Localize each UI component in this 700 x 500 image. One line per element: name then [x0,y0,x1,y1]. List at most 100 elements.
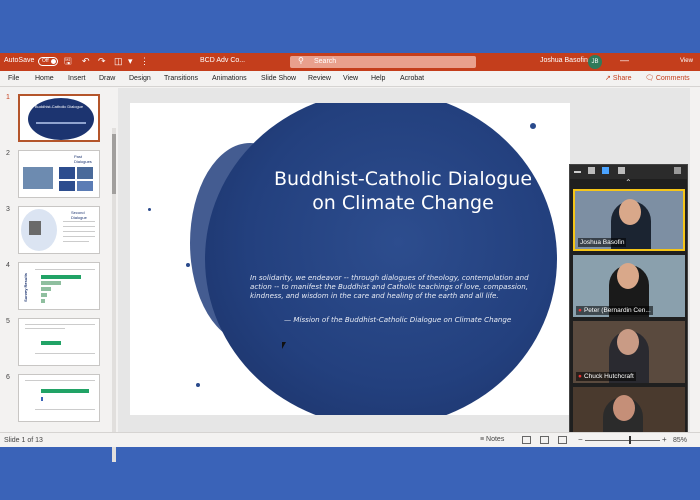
mouse-cursor-icon [282,342,286,349]
thumbnail-slide-3[interactable]: Second Dialogue [18,206,100,254]
zoom-in-icon[interactable]: + [662,435,667,444]
muted-mic-icon: ● [578,307,582,314]
slide-sorter-icon[interactable] [540,436,549,444]
tab-transitions[interactable]: Transitions [164,75,198,82]
slide-title-line1: Buddhist-Catholic Dialogue [273,168,533,190]
comments-button[interactable]: 🗨 Comments [645,74,690,82]
slide-title[interactable]: Buddhist-Catholic Dialogue on Climate Ch… [250,167,556,215]
thumbnail-slide-5[interactable] [18,318,100,366]
thumbnail-scrollbar[interactable] [112,128,116,462]
undo-icon[interactable]: ↶ [82,56,90,67]
normal-view-icon[interactable] [522,436,531,444]
slide-paint-speck [196,383,200,387]
thumbnail-text [63,241,89,242]
search-input[interactable]: ⚲ Search [290,56,476,68]
customize-icon[interactable]: ▾ [128,56,133,67]
thumbnail-slide-1[interactable]: Buddhist-Catholic Dialogue [18,94,100,142]
strip-view-icon[interactable] [602,167,609,174]
search-placeholder: Search [314,58,337,65]
autosave-toggle[interactable]: Off [38,57,58,66]
tab-design[interactable]: Design [129,75,151,82]
present-icon[interactable]: ◫ [114,56,123,67]
participant-face [619,199,641,225]
tab-home[interactable]: Home [35,75,54,82]
participant-tile[interactable]: Joshua Basofin [573,189,685,251]
share-button[interactable]: ↗ Share [605,74,632,82]
thumbnail-slide-4[interactable]: Survey Results [18,262,100,310]
thumbnail-text [25,328,65,329]
slide-body-text[interactable]: In solidarity, we endeavor -- through di… [250,273,550,300]
thumbnail-title: Second Dialogue [71,210,87,220]
thumbnail-text [36,122,86,124]
tab-file[interactable]: File [8,75,19,82]
tab-acrobat[interactable]: Acrobat [400,75,424,82]
avatar[interactable]: JB [588,55,602,69]
participant-tile[interactable]: ● Peter (Bernardin Cen... [573,255,685,317]
minimize-icon[interactable]: — [620,55,629,65]
speaker-view-icon[interactable] [588,167,595,174]
gallery-view-icon[interactable] [618,167,625,174]
document-title[interactable]: BCD Adv Co... [200,57,245,64]
thumbnail-photo [23,167,53,189]
slide-number: 5 [6,318,10,325]
thumbnail-slide-2[interactable]: Past Dialogues [18,150,100,198]
thumbnail-text [63,231,95,232]
thumbnail-title: Buddhist-Catholic Dialogue [34,104,84,109]
slide-paint-speck [148,208,151,211]
slide-number: 3 [6,206,10,213]
tab-slide-show[interactable]: Slide Show [261,75,296,82]
thumbnail-vertical-title: Survey Results [23,273,28,302]
zoom-level[interactable]: 85% [673,437,687,444]
muted-mic-icon: ● [578,373,582,380]
thumbnail-title: Past Dialogues [74,154,92,164]
scroll-up-icon[interactable]: ⌃ [625,178,632,187]
minimize-panel-icon[interactable] [574,171,581,173]
thumbnail-bar [41,397,43,401]
thumbnail-bar [41,389,89,393]
slide-title-line2: on Climate Change [312,192,494,214]
slide-number: 2 [6,150,10,157]
participant-tile[interactable]: ● Chuck Hutchcraft [573,321,685,383]
video-panel-header [570,165,687,179]
zoom-out-icon[interactable]: − [578,435,583,444]
slide-thumbnails-pane: 1 Buddhist-Catholic Dialogue 2 Past Dial… [0,88,118,462]
save-icon[interactable]: 🖫 [64,56,72,67]
reading-view-icon[interactable] [558,436,567,444]
redo-icon[interactable]: ↷ [98,56,106,67]
thumbnail-slide-6[interactable] [18,374,100,422]
thumbnail-axis [35,409,95,410]
scrollbar-thumb[interactable] [112,134,116,194]
status-bar: Slide 1 of 13 ≡ Notes − + 85% [0,432,700,447]
tab-review[interactable]: Review [308,75,331,82]
window-controls: — [620,55,629,65]
canvas-scrollbar[interactable] [690,88,698,432]
participant-face [617,329,639,355]
title-bar: AutoSave Off 🖫 ↶ ↷ ◫ ▾ ⋮ BCD Adv Co... ⚲… [0,53,700,71]
current-slide[interactable]: Buddhist-Catholic Dialogue on Climate Ch… [130,103,570,415]
expand-panel-icon[interactable] [674,167,681,174]
participant-face [617,263,639,289]
view-mode-label[interactable]: View [680,58,693,64]
thumbnail-text [63,226,95,227]
powerpoint-window: AutoSave Off 🖫 ↶ ↷ ◫ ▾ ⋮ BCD Adv Co... ⚲… [0,53,700,462]
thumbnail-text [63,236,95,237]
notes-button[interactable]: ≡ Notes [480,436,504,443]
user-name[interactable]: Joshua Basofin [540,57,588,64]
tab-help[interactable]: Help [371,75,385,82]
thumbnail-bar [41,299,45,303]
comments-label: Comments [655,75,690,82]
thumbnail-text [63,221,95,222]
tab-animations[interactable]: Animations [212,75,247,82]
tab-view[interactable]: View [343,75,358,82]
thumbnail-photo [77,167,93,179]
tab-insert[interactable]: Insert [68,75,86,82]
slide-number: 4 [6,262,10,269]
participant-name: ● Chuck Hutchcraft [576,372,636,381]
more-icon[interactable]: ⋮ [140,56,149,67]
participant-face [613,395,635,421]
zoom-slider[interactable] [585,440,660,441]
zoom-slider-handle[interactable] [629,436,631,444]
tab-draw[interactable]: Draw [99,75,115,82]
slide-attribution[interactable]: — Mission of the Buddhist-Catholic Dialo… [284,315,570,324]
video-call-panel: ⌃ Joshua Basofin ● Peter (Bernardin Cen..… [569,164,688,439]
